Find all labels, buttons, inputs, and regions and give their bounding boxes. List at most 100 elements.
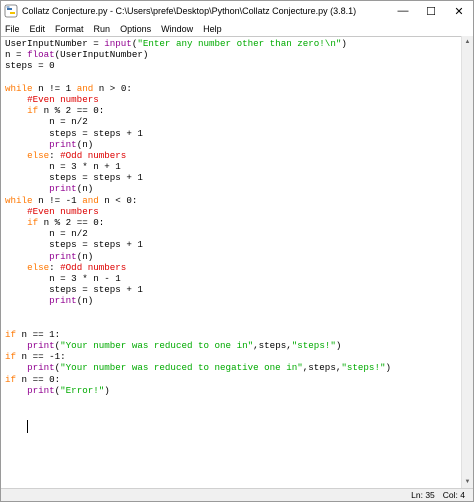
code-token-punct — [5, 116, 49, 127]
code-line: print(n) — [5, 139, 391, 150]
code-token-string: "Your number was reduced to one in" — [60, 340, 254, 352]
code-token-name: steps — [93, 239, 121, 251]
status-col: Col: 4 — [442, 490, 465, 500]
code-token-punct — [5, 362, 27, 373]
code-token-keyword: while — [5, 82, 33, 94]
code-token-punct — [5, 273, 49, 284]
code-token-punct — [5, 228, 49, 239]
code-line: while n != -1 and n < 0: — [5, 195, 391, 206]
code-line: print("Error!") — [5, 385, 391, 396]
code-token-punct: /2 — [76, 116, 88, 128]
code-token-builtin: print — [49, 250, 77, 262]
code-token-punct — [5, 139, 49, 150]
code-token-name: steps — [49, 172, 77, 184]
code-token-comment: #Even numbers — [27, 93, 99, 105]
status-line: Ln: 35 — [411, 490, 435, 500]
code-line: UserInputNumber = input("Enter any numbe… — [5, 38, 391, 49]
code-token-name: steps — [93, 284, 121, 296]
scroll-down-icon[interactable]: ▼ — [462, 476, 473, 488]
menu-file[interactable]: File — [1, 24, 25, 34]
code-token-punct: == 1: — [27, 328, 61, 340]
code-token-punct: = 3 * — [54, 272, 94, 284]
code-token-punct: == -1: — [27, 351, 66, 363]
menu-window[interactable]: Window — [156, 24, 198, 34]
code-token-comment: #Odd numbers — [60, 261, 127, 273]
code-token-punct — [5, 183, 49, 194]
menu-bar: File Edit Format Run Options Window Help — [1, 21, 473, 36]
window-title: Collatz Conjecture.py - C:\Users\prefe\D… — [22, 6, 357, 16]
code-token-punct: : — [49, 149, 61, 161]
code-token-punct — [5, 239, 49, 250]
vertical-scrollbar[interactable]: ▲ ▼ — [461, 36, 473, 488]
code-token-punct: = — [87, 38, 105, 49]
code-token-string: "steps!" — [341, 362, 386, 374]
code-line: steps = steps + 1 — [5, 239, 391, 250]
code-token-punct: - 1 — [98, 272, 121, 284]
title-bar[interactable]: Collatz Conjecture.py - C:\Users\prefe\D… — [1, 1, 473, 21]
code-token-punct — [5, 105, 27, 116]
code-text[interactable]: UserInputNumber = input("Enter any numbe… — [5, 38, 391, 396]
menu-options[interactable]: Options — [115, 24, 156, 34]
code-token-keyword: and — [76, 82, 94, 94]
code-editor[interactable]: UserInputNumber = input("Enter any numbe… — [1, 36, 461, 488]
code-line: n = 3 * n + 1 — [5, 161, 391, 172]
code-token-name: steps — [93, 127, 121, 139]
code-token-punct: = — [76, 172, 94, 184]
code-token-name: UserInputNumber — [60, 49, 143, 61]
code-line: print(n) — [5, 251, 391, 262]
code-token-keyword: else — [27, 149, 50, 161]
menu-run[interactable]: Run — [89, 24, 116, 34]
code-line: n = 3 * n - 1 — [5, 273, 391, 284]
code-token-punct — [5, 128, 49, 139]
code-token-punct — [5, 251, 49, 262]
code-token-punct — [5, 217, 27, 228]
code-token-punct: == 0: — [27, 373, 61, 385]
code-line: if n % 2 == 0: — [5, 217, 391, 228]
maximize-button[interactable]: ☐ — [417, 1, 445, 21]
code-token-punct: = 0 — [32, 60, 55, 72]
code-token-punct — [5, 385, 27, 396]
code-line: steps = steps + 1 — [5, 284, 391, 295]
minimize-button[interactable]: — — [389, 1, 417, 21]
code-token-string: "Error!" — [60, 384, 105, 396]
menu-edit[interactable]: Edit — [25, 24, 51, 34]
code-token-punct: % 2 == 0: — [49, 105, 105, 117]
code-line: if n % 2 == 0: — [5, 105, 391, 116]
code-line: #Even numbers — [5, 94, 391, 105]
code-token-punct: ) — [335, 340, 342, 352]
code-token-punct: ) — [341, 38, 347, 49]
code-token-punct: /2 — [76, 228, 88, 240]
menu-help[interactable]: Help — [198, 24, 227, 34]
code-token-builtin: print — [49, 183, 77, 195]
code-token-punct: + 1 — [98, 161, 121, 173]
close-button[interactable]: ✕ — [445, 1, 473, 21]
code-token-name: steps — [308, 362, 336, 374]
code-token-name: steps — [258, 340, 287, 352]
code-token-string: "Your number was reduced to negative one… — [60, 362, 303, 374]
code-token-punct: = — [54, 228, 72, 240]
code-line: while n != 1 and n > 0: — [5, 83, 391, 94]
code-token-name: UserInputNumber — [5, 38, 88, 49]
menu-format[interactable]: Format — [50, 24, 89, 34]
python-idle-icon — [4, 4, 18, 18]
code-token-string: "Enter any number other than zero!\n" — [137, 38, 342, 49]
code-line: steps = steps + 1 — [5, 172, 391, 183]
code-token-punct: ) — [385, 362, 391, 374]
code-token-punct: != 1 — [43, 82, 77, 94]
close-icon: ✕ — [454, 5, 464, 18]
code-token-keyword: if — [5, 351, 17, 363]
code-token-keyword: else — [27, 261, 50, 273]
code-line: else: #Odd numbers — [5, 262, 391, 273]
scroll-up-icon[interactable]: ▲ — [462, 36, 473, 48]
idle-editor-window: Collatz Conjecture.py - C:\Users\prefe\D… — [0, 0, 474, 502]
code-line: if n == 1: — [5, 329, 391, 340]
code-token-builtin: print — [49, 138, 77, 150]
code-token-comment: #Even numbers — [27, 205, 99, 217]
code-token-punct: != -1 — [43, 194, 83, 206]
code-token-keyword: while — [5, 194, 33, 206]
status-bar: Ln: 35 Col: 4 — [1, 488, 473, 501]
code-line: n = n/2 — [5, 116, 391, 127]
code-token-punct — [5, 161, 49, 172]
